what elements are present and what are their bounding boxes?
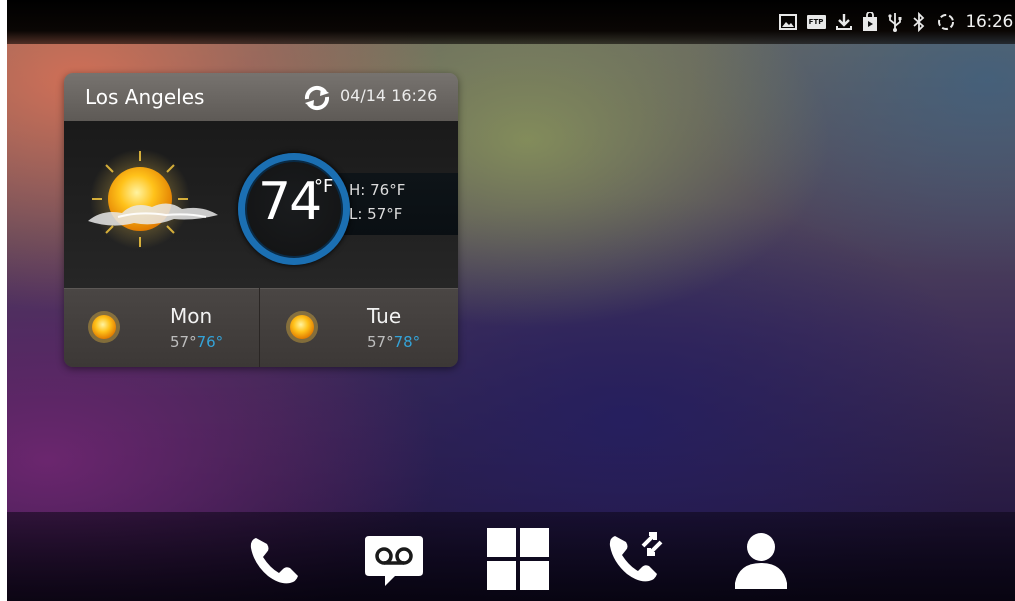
image-icon xyxy=(778,11,797,33)
weather-widget[interactable]: Los Angeles 04/14 16:26 74 °F H: 76°F L:… xyxy=(64,73,458,367)
sync-icon xyxy=(936,11,956,33)
forecast-day-tue: Tue xyxy=(367,304,402,328)
sun-icon xyxy=(87,310,121,344)
forecast-high-tue: 78° xyxy=(393,333,421,351)
low-temperature: L: 57°F xyxy=(349,205,403,223)
call-forward-icon[interactable] xyxy=(605,527,671,591)
ftp-icon: FTP xyxy=(806,11,826,33)
temperature-unit: °F xyxy=(314,176,334,197)
current-temperature: 74 xyxy=(258,172,322,232)
usb-icon xyxy=(887,11,902,33)
download-icon xyxy=(835,11,852,33)
home-screen: FTP 16:26 Los Angeles 04/14 16:26 74 °F … xyxy=(7,0,1015,601)
forecast-separator xyxy=(64,288,458,289)
forecast-low-tue: 57° xyxy=(367,333,394,351)
forecast-day-mon: Mon xyxy=(170,304,213,328)
partly-cloudy-sun-icon xyxy=(78,143,228,253)
sun-icon xyxy=(285,310,319,344)
play-store-icon xyxy=(862,11,878,33)
forecast-divider xyxy=(259,288,260,367)
status-bar: FTP 16:26 xyxy=(7,0,1015,44)
forecast-low-mon: 57° xyxy=(170,333,197,351)
weather-updated-time: 04/14 16:26 xyxy=(340,86,438,105)
bluetooth-icon xyxy=(912,11,926,33)
apps-icon[interactable] xyxy=(487,527,549,591)
status-time: 16:26 xyxy=(965,12,1014,32)
contacts-icon[interactable] xyxy=(729,527,793,591)
phone-icon[interactable] xyxy=(243,527,307,591)
ftp-label: FTP xyxy=(806,15,826,29)
voicemail-icon[interactable] xyxy=(361,527,427,591)
status-icons: FTP 16:26 xyxy=(778,10,1014,34)
forecast-temps-mon: 57°76° xyxy=(170,333,223,351)
forecast-temps-tue: 57°78° xyxy=(367,333,420,351)
weather-city[interactable]: Los Angeles xyxy=(85,85,204,109)
forecast-high-mon: 76° xyxy=(196,333,224,351)
refresh-icon[interactable] xyxy=(302,84,332,112)
weather-header: Los Angeles 04/14 16:26 xyxy=(64,73,458,121)
high-temperature: H: 76°F xyxy=(349,181,406,199)
